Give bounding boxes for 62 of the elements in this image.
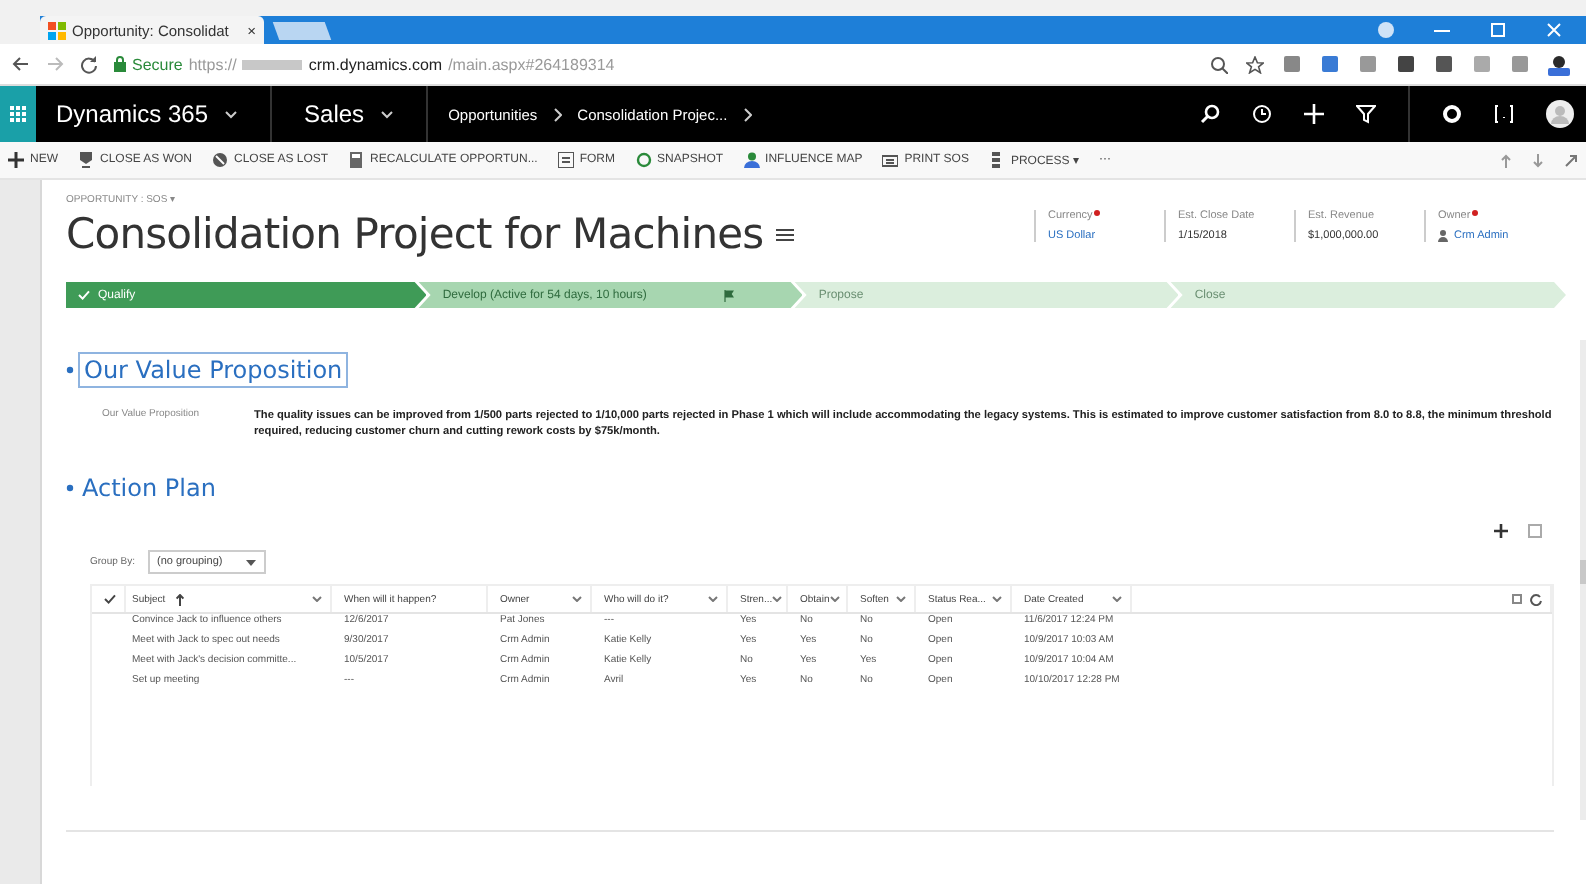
required-icon [1094, 210, 1101, 216]
chevron-down-icon [224, 109, 239, 119]
restore-icon[interactable] [1490, 22, 1506, 38]
print-icon [882, 152, 899, 168]
person-icon [1438, 230, 1448, 242]
add-icon[interactable] [1494, 524, 1508, 538]
scrollbar-thumb[interactable] [1580, 560, 1586, 584]
refresh-icon[interactable] [1530, 593, 1542, 605]
caret-icon [896, 596, 906, 602]
user-icon[interactable] [1378, 22, 1394, 38]
url-path: /main.aspx#264189314 [448, 55, 615, 73]
record-title: Consolidation Project for Machines [66, 210, 764, 258]
required-icon [1472, 210, 1479, 216]
redacted-mark [242, 59, 303, 69]
chevron-right-icon [743, 107, 752, 121]
section-title[interactable]: Action Plan [78, 472, 220, 504]
lock-icon [114, 56, 126, 72]
form-icon [557, 152, 574, 168]
collapse-icon[interactable] [66, 366, 74, 374]
caret-icon [572, 596, 582, 602]
plus-icon [8, 152, 24, 168]
back-arrow-icon[interactable] [12, 56, 30, 72]
url-host: crm.dynamics.com [308, 55, 443, 73]
calculator-icon [348, 152, 365, 168]
expand-icon[interactable] [1564, 153, 1578, 167]
flag-icon [724, 289, 735, 301]
caret-icon [829, 596, 840, 602]
filter-icon[interactable] [1356, 104, 1376, 124]
ban-icon [212, 152, 229, 168]
history-icon[interactable] [1252, 104, 1272, 124]
person-icon [743, 152, 760, 168]
profile-icon[interactable] [1548, 53, 1570, 75]
circle-icon [635, 152, 652, 168]
zoom-icon[interactable] [1210, 55, 1228, 73]
caret-icon [772, 596, 783, 602]
chevron-right-icon [553, 107, 562, 121]
sort-arrow-icon [175, 593, 184, 605]
caret-icon [992, 596, 1002, 602]
check-icon [78, 290, 90, 300]
new-tab-button[interactable] [272, 21, 332, 39]
caret-icon [246, 559, 257, 565]
section-title[interactable]: Our Value Proposition [78, 352, 349, 388]
close-icon[interactable] [1546, 22, 1562, 38]
star-icon[interactable] [1246, 55, 1264, 73]
down-arrow-icon[interactable] [1532, 153, 1544, 167]
app-launcher-icon[interactable] [9, 105, 27, 123]
process-icon [988, 152, 1005, 168]
caret-icon [312, 596, 322, 602]
url-scheme: https:// [188, 55, 237, 73]
reload-icon[interactable] [80, 55, 98, 73]
settings-icon[interactable] [1442, 104, 1462, 124]
caret-icon [708, 596, 718, 602]
menu-icon[interactable] [775, 227, 794, 241]
collapse-icon[interactable] [66, 484, 74, 492]
caret-icon [1112, 596, 1122, 602]
search-icon[interactable] [1200, 104, 1220, 124]
up-arrow-icon[interactable] [1500, 153, 1512, 167]
avatar-icon[interactable] [1546, 100, 1574, 128]
grid-icon[interactable] [1512, 594, 1522, 604]
chevron-down-icon [380, 109, 395, 119]
app-logo-icon [48, 21, 66, 39]
secure-label: Secure [132, 55, 183, 73]
